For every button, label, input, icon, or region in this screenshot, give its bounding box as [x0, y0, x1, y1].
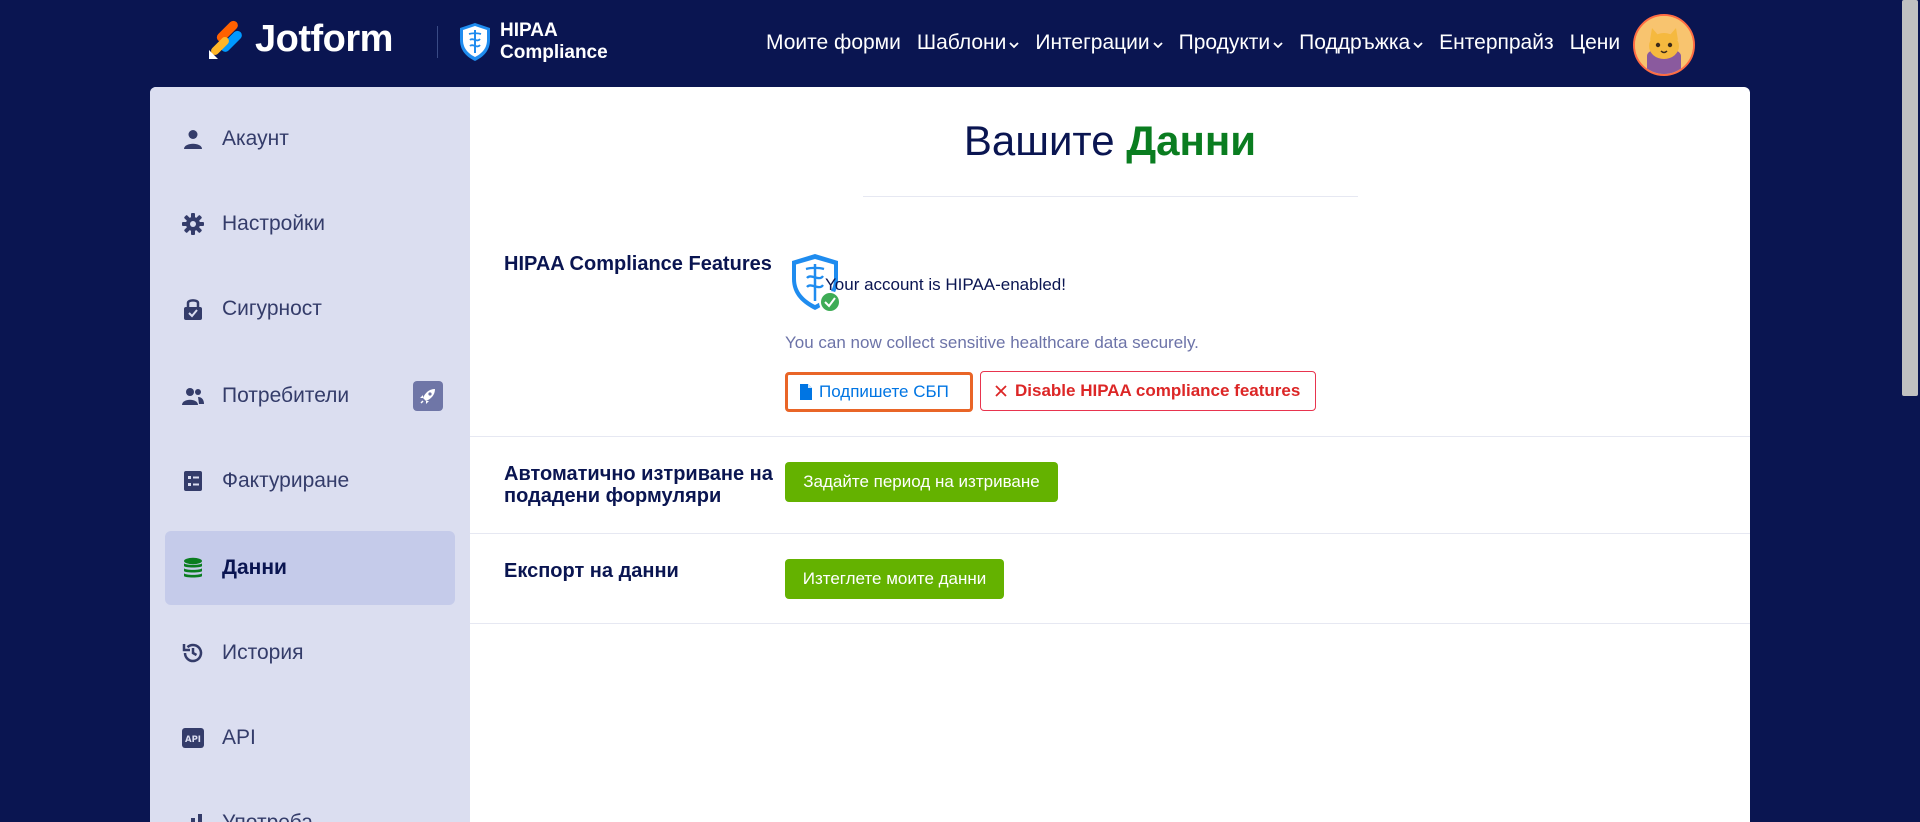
sidebar-item-usage[interactable]: Употреба [165, 786, 455, 822]
sidebar-item-api[interactable]: API API [165, 701, 455, 775]
usage-icon [181, 811, 205, 822]
hipaa-compliance-badge[interactable]: HIPAA Compliance [458, 20, 608, 64]
nav-label: Моите форми [766, 31, 901, 54]
data-settings-panel: Вашите Данни HIPAA Compliance Features Y… [470, 87, 1750, 822]
hipaa-shield-icon [460, 23, 490, 61]
sidebar-item-security[interactable]: Сигурност [165, 272, 455, 346]
sidebar-item-account[interactable]: Акаунт [165, 102, 455, 176]
rocket-icon[interactable] [413, 381, 443, 411]
users-icon [181, 384, 205, 408]
jotform-logo-icon [209, 20, 242, 59]
nav-templates[interactable]: Шаблони [917, 31, 1020, 55]
hipaa-badge-label: HIPAA Compliance [500, 20, 608, 64]
sidebar-item-label: Сигурност [222, 297, 322, 320]
disable-hipaa-button-label: Disable HIPAA compliance features [1015, 381, 1301, 400]
auto-delete-section-label: Автоматично изтриване на подадени формул… [504, 463, 773, 507]
sidebar-item-data[interactable]: Данни [165, 531, 455, 605]
nav-support[interactable]: Поддръжка [1299, 31, 1423, 55]
sidebar-item-label: API [222, 726, 256, 749]
settings-card: Акаунт Настройки Сигурност Потребители Ф… [150, 87, 1750, 822]
set-deletion-period-button[interactable]: Задайте период на изтриване [785, 462, 1058, 502]
section-divider [470, 623, 1750, 624]
gear-icon [181, 212, 205, 236]
auto-delete-label-line2: подадени формуляри [504, 485, 722, 507]
nav-label: Поддръжка [1299, 31, 1411, 54]
nav-label: Ентерпрайз [1439, 31, 1554, 54]
section-divider [470, 436, 1750, 437]
sign-baa-button[interactable]: Подпишете СБП [785, 372, 973, 412]
main-nav: Моите форми Шаблони Интеграции Продукти … [766, 0, 1636, 86]
nav-pricing[interactable]: Цени [1570, 31, 1621, 55]
sidebar-item-label: История [222, 641, 304, 664]
sidebar-item-history[interactable]: История [165, 616, 455, 690]
sidebar-item-label: Потребители [222, 384, 350, 407]
sidebar-item-label: Употреба [222, 811, 313, 822]
lock-icon [181, 297, 205, 321]
hipaa-description: You can now collect sensitive healthcare… [785, 333, 1199, 352]
nav-label: Шаблони [916, 31, 1007, 54]
logo-divider [437, 26, 438, 58]
section-divider [470, 533, 1750, 534]
chevron-down-icon [1009, 41, 1019, 48]
export-section-label: Експорт на данни [504, 560, 679, 582]
sidebar-item-billing[interactable]: Фактуриране [165, 444, 455, 518]
top-navigation: Jotform HIPAA Compliance Моите форми Шаб… [0, 0, 1900, 86]
database-icon [181, 556, 205, 580]
chevron-down-icon [1413, 41, 1423, 48]
user-icon [181, 127, 205, 151]
page-title-prefix: Вашите [963, 117, 1115, 164]
sidebar-item-label: Фактуриране [222, 469, 350, 492]
sidebar-item-users[interactable]: Потребители [165, 359, 455, 433]
sign-baa-button-label: Подпишете СБП [819, 382, 949, 401]
hipaa-status-text: Your account is HIPAA-enabled! [825, 275, 1066, 294]
nav-integrations[interactable]: Интеграции [1035, 31, 1163, 55]
avatar-cat-icon [1635, 16, 1693, 74]
sidebar-item-label: Данни [222, 556, 287, 579]
page-title: Вашите Данни [470, 117, 1750, 165]
api-icon: API [181, 726, 205, 750]
invoice-icon [181, 469, 205, 493]
page-scrollbar-thumb[interactable] [1902, 0, 1918, 396]
jotform-logo[interactable]: Jotform [207, 18, 393, 61]
nav-enterprise[interactable]: Ентерпрайз [1439, 31, 1553, 55]
nav-products[interactable]: Продукти [1179, 31, 1284, 55]
sidebar-item-label: Акаунт [222, 127, 289, 150]
nav-label: Продукти [1178, 31, 1271, 54]
close-icon [995, 385, 1007, 397]
title-divider [863, 196, 1358, 197]
settings-sidebar: Акаунт Настройки Сигурност Потребители Ф… [150, 87, 470, 822]
chevron-down-icon [1273, 41, 1283, 48]
sidebar-item-settings[interactable]: Настройки [165, 187, 455, 261]
nav-label: Интеграции [1035, 31, 1150, 54]
hipaa-section-label: HIPAA Compliance Features [504, 253, 772, 275]
nav-my-forms[interactable]: Моите форми [766, 31, 901, 55]
page-title-highlight: Данни [1126, 117, 1257, 164]
disable-hipaa-button[interactable]: Disable HIPAA compliance features [980, 371, 1316, 411]
download-my-data-button[interactable]: Изтеглете моите данни [785, 559, 1004, 599]
sidebar-item-label: Настройки [222, 212, 325, 235]
chevron-down-icon [1152, 41, 1163, 48]
document-icon [800, 384, 812, 400]
hipaa-badge-line2: Compliance [500, 42, 608, 63]
nav-label: Цени [1569, 31, 1621, 54]
brand-name: Jotform [255, 18, 393, 60]
history-icon [181, 641, 205, 665]
user-avatar[interactable] [1633, 14, 1695, 76]
auto-delete-label-line1: Автоматично изтриване на [504, 463, 773, 485]
hipaa-badge-line1: HIPAA [500, 20, 558, 41]
svg-text:API: API [185, 735, 201, 745]
